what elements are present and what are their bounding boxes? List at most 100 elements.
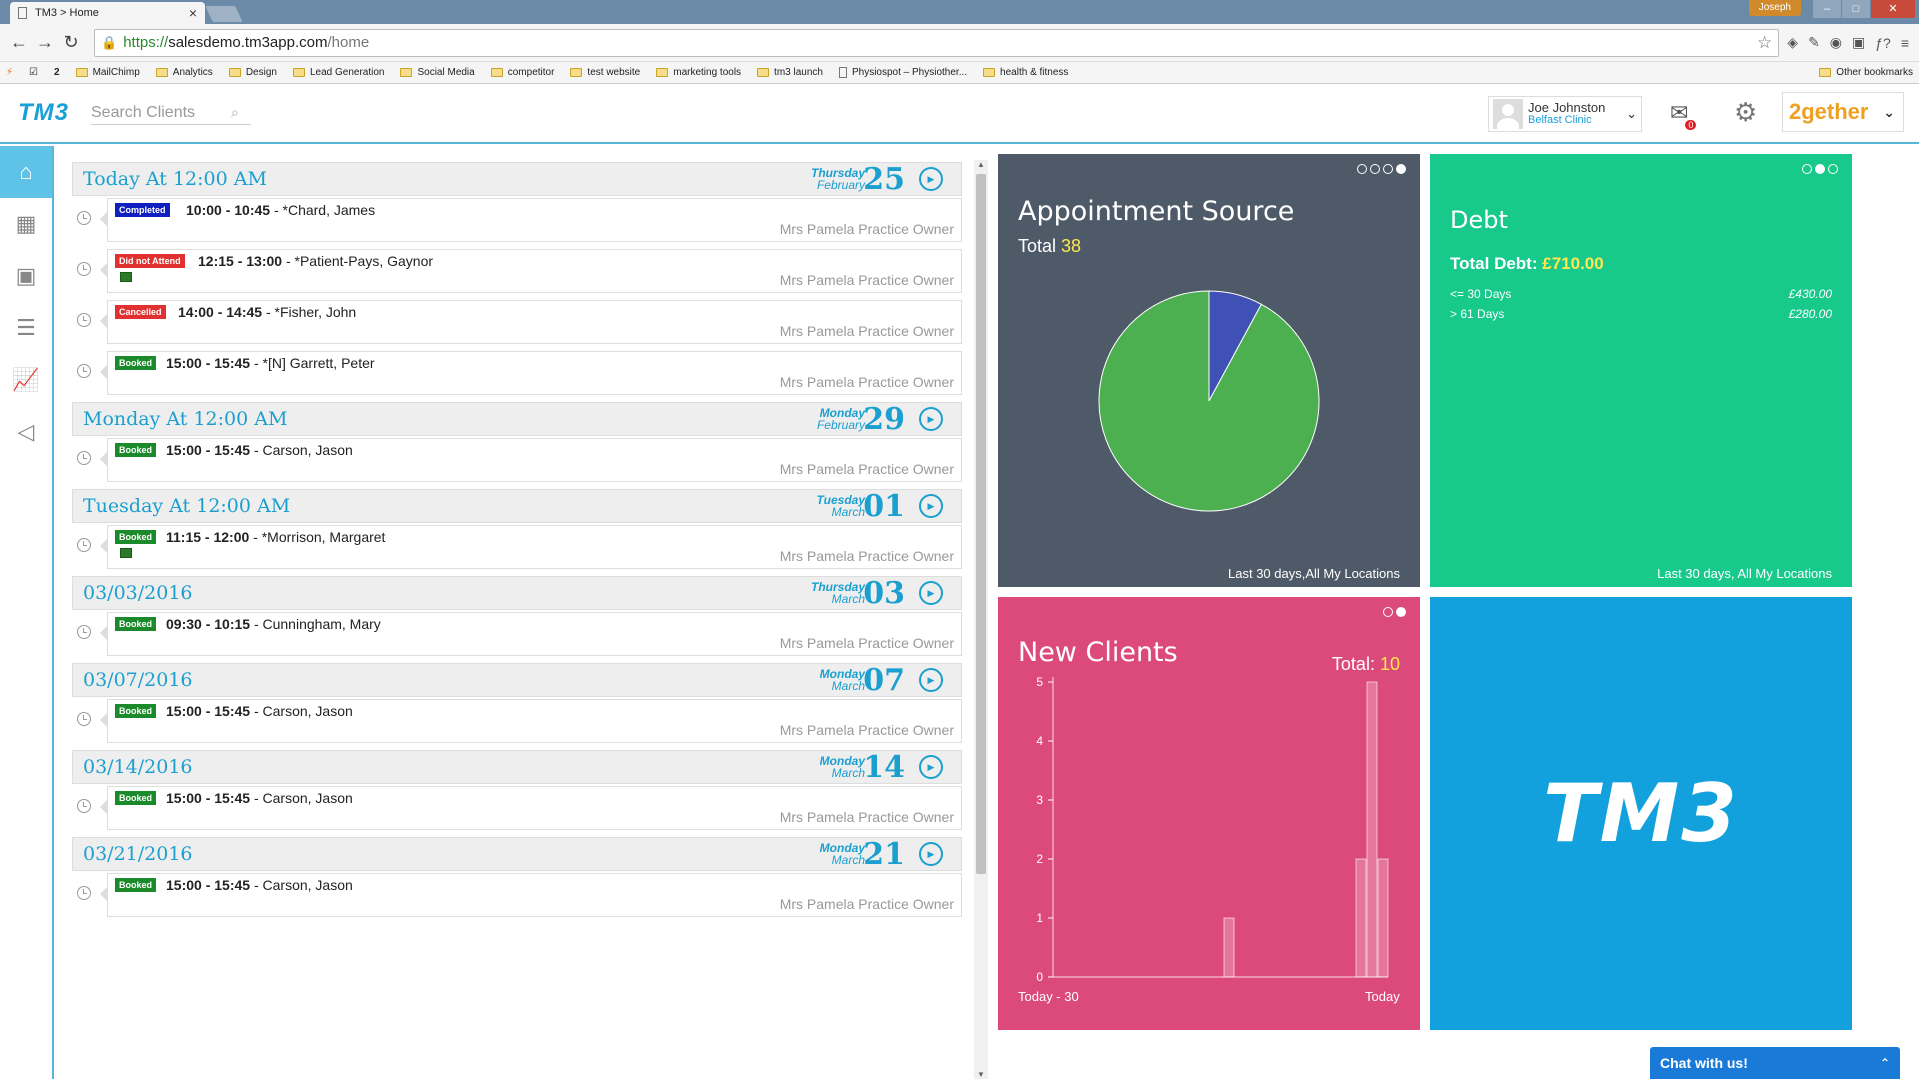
bookmark-folder[interactable]: marketing tools — [656, 67, 741, 78]
appointment-card[interactable]: Completed 10:00 - 10:45 - *Chard, James Mr… — [100, 198, 962, 242]
appointment-card[interactable]: Booked 15:00 - 15:45 - Carson, Jason Mrs P… — [100, 873, 962, 917]
search-icon[interactable]: ⌕ — [231, 104, 239, 121]
appointment-row[interactable]: Booked 15:00 - 15:45 - Carson, Jason Mrs P… — [72, 438, 962, 482]
close-tab-icon[interactable]: × — [189, 5, 197, 21]
tm3-logo-tile[interactable]: TM3 — [1430, 597, 1852, 1030]
bookmark-folder[interactable]: health & fitness — [983, 67, 1068, 78]
agenda-scrollbar[interactable]: ▲ ▼ — [974, 160, 988, 1079]
play-icon[interactable]: ▶ — [919, 755, 943, 779]
appointment-card[interactable]: Cancelled 14:00 - 14:45 - *Fisher, John Mr… — [100, 300, 962, 344]
chat-widget[interactable]: Chat with us! ⌃ — [1650, 1047, 1900, 1079]
appointment-row[interactable]: Booked 15:00 - 15:45 - *[N] Garrett, Pete… — [72, 351, 962, 395]
bookmark-folder[interactable]: MailChimp — [75, 67, 140, 78]
user-menu[interactable]: Joe Johnston Belfast Clinic ⌄ — [1488, 96, 1642, 132]
bookmark-folder[interactable]: Social Media — [400, 67, 475, 78]
extension-icon[interactable]: ▣ — [1852, 34, 1865, 51]
bookmark-link[interactable]: Physiospot – Physiother... — [838, 67, 967, 78]
bookmark-star-icon[interactable]: ☆ — [1757, 33, 1772, 53]
window-controls: – □ ✕ — [1812, 0, 1915, 18]
play-icon[interactable]: ▶ — [919, 668, 943, 692]
extension-icon[interactable]: ◈ — [1787, 34, 1798, 51]
home-icon[interactable]: ⌂ — [0, 146, 52, 198]
chevron-up-icon[interactable]: ⌃ — [1880, 1056, 1890, 1070]
carousel-dot[interactable] — [1828, 164, 1838, 174]
minimize-button[interactable]: – — [1813, 0, 1841, 18]
bookmark-folder[interactable]: Design — [228, 67, 277, 78]
other-bookmarks[interactable]: Other bookmarks — [1819, 67, 1913, 78]
appointment-row[interactable]: Booked 09:30 - 10:15 - Cunningham, Mary Mr… — [72, 612, 962, 656]
new-tab-button[interactable] — [205, 6, 243, 22]
forward-button[interactable]: → — [32, 32, 58, 53]
window-user-badge[interactable]: Joseph — [1748, 0, 1801, 16]
appointment-card[interactable]: Booked 15:00 - 15:45 - Carson, Jason Mrs P… — [100, 786, 962, 830]
bookmark-icon[interactable]: ☑ — [29, 67, 38, 78]
appointment-row[interactable]: Completed 10:00 - 10:45 - *Chard, James Mr… — [72, 198, 962, 242]
calendar-icon[interactable]: ▦ — [0, 198, 52, 250]
chart-bar[interactable] — [1355, 858, 1367, 978]
bookmark-folder[interactable]: tm3 launch — [757, 67, 823, 78]
day-number: 25 — [863, 161, 905, 197]
debt-tile[interactable]: Debt Total Debt: £710.00 <= 30 Days £430… — [1430, 154, 1852, 587]
scroll-thumb[interactable] — [976, 174, 986, 874]
brand-switcher[interactable]: 2gether ⌄ — [1782, 92, 1904, 132]
carousel-dot[interactable] — [1815, 164, 1825, 174]
appointment-card[interactable]: Did not Attend 12:15 - 13:00 - *Patient-P… — [100, 249, 962, 293]
appointment-card[interactable]: Booked 09:30 - 10:15 - Cunningham, Mary Mr… — [100, 612, 962, 656]
appointment-row[interactable]: Booked 15:00 - 15:45 - Carson, Jason Mrs P… — [72, 786, 962, 830]
clock-icon — [77, 262, 91, 276]
new-clients-tile[interactable]: New Clients Total: 10 0 1 2 3 4 5 Today - 30 To… — [998, 597, 1420, 1030]
appointment-row[interactable]: Booked 15:00 - 15:45 - Carson, Jason Mrs P… — [72, 699, 962, 743]
play-icon[interactable]: ▶ — [919, 581, 943, 605]
address-bar[interactable]: 🔒 https:// salesdemo.tm3app.com /home ☆ — [94, 28, 1780, 57]
appointment-card[interactable]: Booked 15:00 - 15:45 - Carson, Jason Mrs P… — [100, 438, 962, 482]
maximize-button[interactable]: □ — [1842, 0, 1870, 18]
appointment-row[interactable]: Did not Attend 12:15 - 13:00 - *Patient-P… — [72, 249, 962, 293]
scroll-up-icon[interactable]: ▲ — [977, 160, 985, 169]
back-button[interactable]: ← — [6, 32, 32, 53]
play-icon[interactable]: ▶ — [919, 407, 943, 431]
appointment-card[interactable]: Booked 15:00 - 15:45 - Carson, Jason Mrs P… — [100, 699, 962, 743]
scroll-down-icon[interactable]: ▼ — [977, 1070, 985, 1079]
chart-bar[interactable] — [1377, 858, 1389, 978]
appointment-source-tile[interactable]: Appointment Source Total 38 Last 30 days… — [998, 154, 1420, 587]
play-icon[interactable]: ▶ — [919, 167, 943, 191]
search-input[interactable] — [91, 103, 231, 122]
browser-tab[interactable]: TM3 > Home × — [10, 2, 205, 24]
bookmark-folder[interactable]: Lead Generation — [292, 67, 384, 78]
bookmark-folder[interactable]: competitor — [490, 67, 554, 78]
chart-bar[interactable] — [1366, 681, 1378, 978]
inbox-button[interactable]: ✉ 0 — [1670, 100, 1697, 130]
bookmark-folder[interactable]: test website — [570, 67, 640, 78]
day-number: 03 — [863, 575, 905, 611]
clock-icon — [77, 799, 91, 813]
day-title: Today At 12:00 AM — [83, 168, 267, 190]
new-clients-chart: 0 1 2 3 4 5 Today - 30 Today — [1018, 675, 1400, 1004]
chart-bar[interactable] — [1223, 917, 1235, 978]
appointment-row[interactable]: Booked 11:15 - 12:00 - *Morrison, Margare… — [72, 525, 962, 569]
gear-icon[interactable]: ⚙ — [1734, 97, 1757, 128]
carousel-dot[interactable] — [1802, 164, 1812, 174]
function-icon[interactable]: ƒ? — [1875, 35, 1891, 51]
play-icon[interactable]: ▶ — [919, 494, 943, 518]
reports-chart-icon[interactable]: 📈 — [0, 354, 52, 406]
extension-icon[interactable]: ✎ — [1808, 34, 1820, 51]
menu-icon[interactable]: ≡ — [1901, 35, 1909, 51]
appointment-row[interactable]: Cancelled 14:00 - 14:45 - *Fisher, John Mr… — [72, 300, 962, 344]
appointment-card[interactable]: Booked 15:00 - 15:45 - *[N] Garrett, Pete… — [100, 351, 962, 395]
contacts-icon[interactable]: ▣ — [0, 250, 52, 302]
appointment-card[interactable]: Booked 11:15 - 12:00 - *Morrison, Margare… — [100, 525, 962, 569]
reload-button[interactable]: ↻ — [58, 32, 84, 53]
bookmark-icon[interactable]: ⚡ — [6, 67, 13, 78]
camera-icon[interactable]: ◉ — [1830, 34, 1842, 51]
day-header: Today At 12:00 AM Thursday February 25 ▶ — [72, 161, 962, 197]
close-window-button[interactable]: ✕ — [1871, 0, 1915, 18]
app-logo[interactable]: TM3 — [18, 99, 69, 127]
billing-icon[interactable]: ☰ — [0, 302, 52, 354]
marketing-icon[interactable]: ◁ — [0, 406, 52, 458]
play-icon[interactable]: ▶ — [919, 842, 943, 866]
app-header: TM3 ⌕ Joe Johnston Belfast Clinic ⌄ ✉ 0 … — [0, 84, 1919, 144]
bookmark-icon[interactable]: 2 — [54, 67, 60, 78]
pie-slice[interactable] — [1098, 290, 1320, 512]
appointment-row[interactable]: Booked 15:00 - 15:45 - Carson, Jason Mrs P… — [72, 873, 962, 917]
bookmark-folder[interactable]: Analytics — [155, 67, 213, 78]
